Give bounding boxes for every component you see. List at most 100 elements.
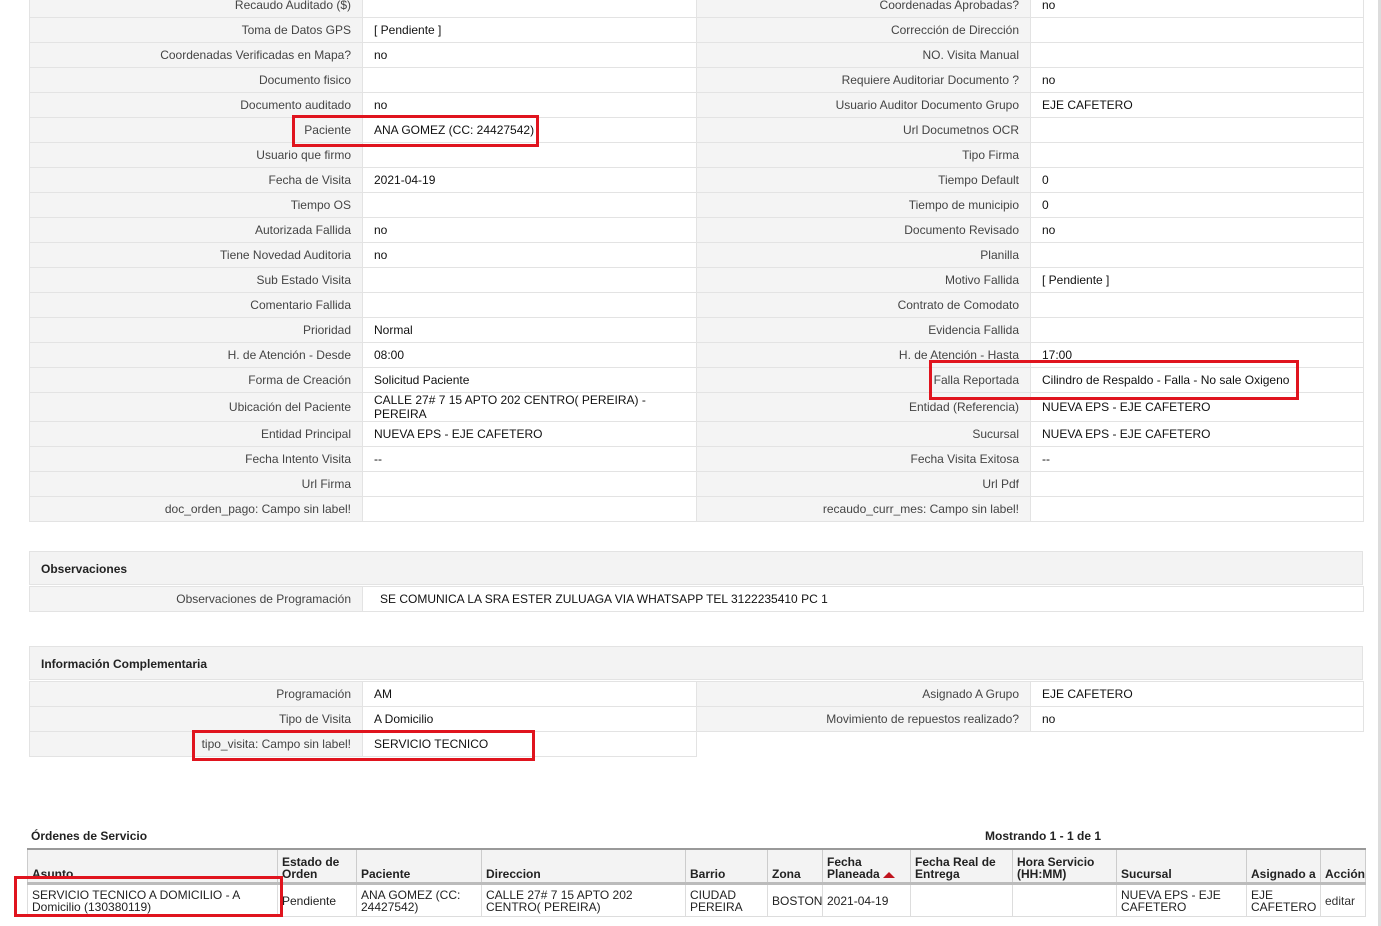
cell-fecha-real bbox=[910, 883, 1013, 917]
field-value: 0 bbox=[1030, 192, 1364, 218]
observaciones-table: Observaciones de Programación SE COMUNIC… bbox=[29, 586, 1364, 612]
field-label: doc_orden_pago: Campo sin label! bbox=[29, 496, 363, 522]
field-value: no bbox=[1030, 217, 1364, 243]
field-value: ANA GOMEZ (CC: 24427542) bbox=[362, 117, 697, 143]
field-label: Sub Estado Visita bbox=[29, 267, 363, 293]
field-label: tipo_visita: Campo sin label! bbox=[29, 731, 363, 757]
column-header-paciente[interactable]: Paciente bbox=[356, 848, 482, 885]
field-label: recaudo_curr_mes: Campo sin label! bbox=[696, 496, 1031, 522]
column-header-fecha-real[interactable]: Fecha Real de Entrega bbox=[910, 848, 1013, 885]
field-value bbox=[362, 67, 697, 93]
field-label: Falla Reportada bbox=[696, 367, 1031, 393]
field-label: Planilla bbox=[696, 242, 1031, 268]
edit-link[interactable]: editar bbox=[1325, 894, 1355, 908]
field-label: Coordenadas Verificadas en Mapa? bbox=[29, 42, 363, 68]
detail-row: Observaciones de Programación SE COMUNIC… bbox=[29, 586, 1364, 612]
field-value: [ Pendiente ] bbox=[362, 17, 697, 43]
field-value bbox=[362, 0, 697, 18]
field-label: Observaciones de Programación bbox=[29, 586, 363, 612]
field-label: Toma de Datos GPS bbox=[29, 17, 363, 43]
field-value: EJE CAFETERO bbox=[1030, 92, 1364, 118]
detail-row: Url Firma Url Pdf bbox=[29, 471, 1364, 497]
field-value: Normal bbox=[362, 317, 697, 343]
cell-paciente: ANA GOMEZ (CC: 24427542) bbox=[356, 883, 482, 917]
detail-row: tipo_visita: Campo sin label! SERVICIO TE… bbox=[29, 731, 1364, 757]
field-value bbox=[1030, 496, 1364, 522]
detail-row: Paciente ANA GOMEZ (CC: 24427542) Url Docu… bbox=[29, 117, 1364, 143]
field-value bbox=[362, 267, 697, 293]
field-label: Url Pdf bbox=[696, 471, 1031, 497]
detail-row: Tipo de Visita A Domicilio Movimiento de r… bbox=[29, 706, 1364, 732]
field-label: Prioridad bbox=[29, 317, 363, 343]
field-value bbox=[362, 292, 697, 318]
field-label: Paciente bbox=[29, 117, 363, 143]
field-label: Contrato de Comodato bbox=[696, 292, 1031, 318]
field-value: 17:00 bbox=[1030, 342, 1364, 368]
column-header-barrio[interactable]: Barrio bbox=[685, 848, 768, 885]
orders-header-row: Asunto Estado de Orden Paciente Direccio… bbox=[27, 848, 1366, 885]
cell-zona: BOSTON bbox=[767, 883, 823, 917]
detail-row: H. de Atención - Desde 08:00 H. de Atenció… bbox=[29, 342, 1364, 368]
field-label: Asignado A Grupo bbox=[696, 681, 1031, 707]
field-label: Coordenadas Aprobadas? bbox=[696, 0, 1031, 18]
observaciones-section-header: Observaciones bbox=[29, 551, 1363, 585]
field-label: Fecha Intento Visita bbox=[29, 446, 363, 472]
field-label: Programación bbox=[29, 681, 363, 707]
field-label: Entidad Principal bbox=[29, 421, 363, 447]
field-label: Tipo Firma bbox=[696, 142, 1031, 168]
detail-row: Coordenadas Verificadas en Mapa? no NO. Vi… bbox=[29, 42, 1364, 68]
field-value bbox=[362, 496, 697, 522]
column-header-sucursal[interactable]: Sucursal bbox=[1116, 848, 1247, 885]
field-label: Tipo de Visita bbox=[29, 706, 363, 732]
field-value: no bbox=[362, 42, 697, 68]
field-value bbox=[1030, 117, 1364, 143]
cell-asignado: EJE CAFETERO bbox=[1246, 883, 1321, 917]
detail-row: doc_orden_pago: Campo sin label! recaudo_… bbox=[29, 496, 1364, 522]
orders-title: Órdenes de Servicio bbox=[31, 829, 148, 843]
table-row: SERVICIO TECNICO A DOMICILIO - A Domicil… bbox=[27, 883, 1366, 917]
field-value bbox=[362, 471, 697, 497]
field-value: no bbox=[362, 92, 697, 118]
detail-row: Usuario que firmo Tipo Firma bbox=[29, 142, 1364, 168]
field-value: NUEVA EPS - EJE CAFETERO bbox=[362, 421, 697, 447]
column-header-asunto[interactable]: Asunto bbox=[27, 848, 278, 885]
field-label: Tiempo de municipio bbox=[696, 192, 1031, 218]
field-label: Motivo Fallida bbox=[696, 267, 1031, 293]
detail-row: Forma de Creación Solicitud Paciente Falla… bbox=[29, 367, 1364, 393]
detail-row: Toma de Datos GPS[ Pendiente ] Corrección… bbox=[29, 17, 1364, 43]
column-header-fecha-planeada[interactable]: Fecha Planeada bbox=[822, 848, 911, 885]
cell-asunto: SERVICIO TECNICO A DOMICILIO - A Domicil… bbox=[27, 883, 278, 917]
field-value: Solicitud Paciente bbox=[362, 367, 697, 393]
field-value: -- bbox=[1030, 446, 1364, 472]
column-header-label: Fecha Planeada bbox=[827, 855, 880, 881]
field-label: Comentario Fallida bbox=[29, 292, 363, 318]
column-header-hora[interactable]: Hora Servicio (HH:MM) bbox=[1012, 848, 1117, 885]
field-value: 2021-04-19 bbox=[362, 167, 697, 193]
field-label: Forma de Creación bbox=[29, 367, 363, 393]
field-label: Documento auditado bbox=[29, 92, 363, 118]
cell-hora bbox=[1012, 883, 1117, 917]
field-value bbox=[1030, 317, 1364, 343]
column-header-direccion[interactable]: Direccion bbox=[481, 848, 686, 885]
field-value: Cilindro de Respaldo - Falla - No sale O… bbox=[1030, 367, 1364, 393]
cell-direccion: CALLE 27# 7 15 APTO 202 CENTRO( PEREIRA) bbox=[481, 883, 686, 917]
field-label: H. de Atención - Hasta bbox=[696, 342, 1031, 368]
field-label: Usuario Auditor Documento Grupo bbox=[696, 92, 1031, 118]
field-label: NO. Visita Manual bbox=[696, 42, 1031, 68]
field-label: Tiempo OS bbox=[29, 192, 363, 218]
detail-row: Ubicación del Paciente CALLE 27# 7 15 APT… bbox=[29, 392, 1364, 422]
field-value bbox=[362, 192, 697, 218]
visit-detail-table: Recaudo Auditado ($) Coordenadas Aprobad… bbox=[29, 0, 1364, 522]
field-label: Fecha Visita Exitosa bbox=[696, 446, 1031, 472]
column-header-estado[interactable]: Estado de Orden bbox=[277, 848, 357, 885]
info-complementaria-table: Programación AM Asignado A Grupo EJE CAFETE… bbox=[29, 681, 1364, 757]
detail-row: Sub Estado Visita Motivo Fallida[ Pendien… bbox=[29, 267, 1364, 293]
field-label: Tiempo Default bbox=[696, 167, 1031, 193]
column-header-accion: Acción bbox=[1320, 848, 1366, 885]
column-header-zona[interactable]: Zona bbox=[767, 848, 823, 885]
field-value: AM bbox=[362, 681, 697, 707]
field-label: Ubicación del Paciente bbox=[29, 392, 363, 422]
field-value: no bbox=[362, 217, 697, 243]
column-header-asignado[interactable]: Asignado a bbox=[1246, 848, 1321, 885]
detail-row: Tiene Novedad Auditoria no Planilla bbox=[29, 242, 1364, 268]
